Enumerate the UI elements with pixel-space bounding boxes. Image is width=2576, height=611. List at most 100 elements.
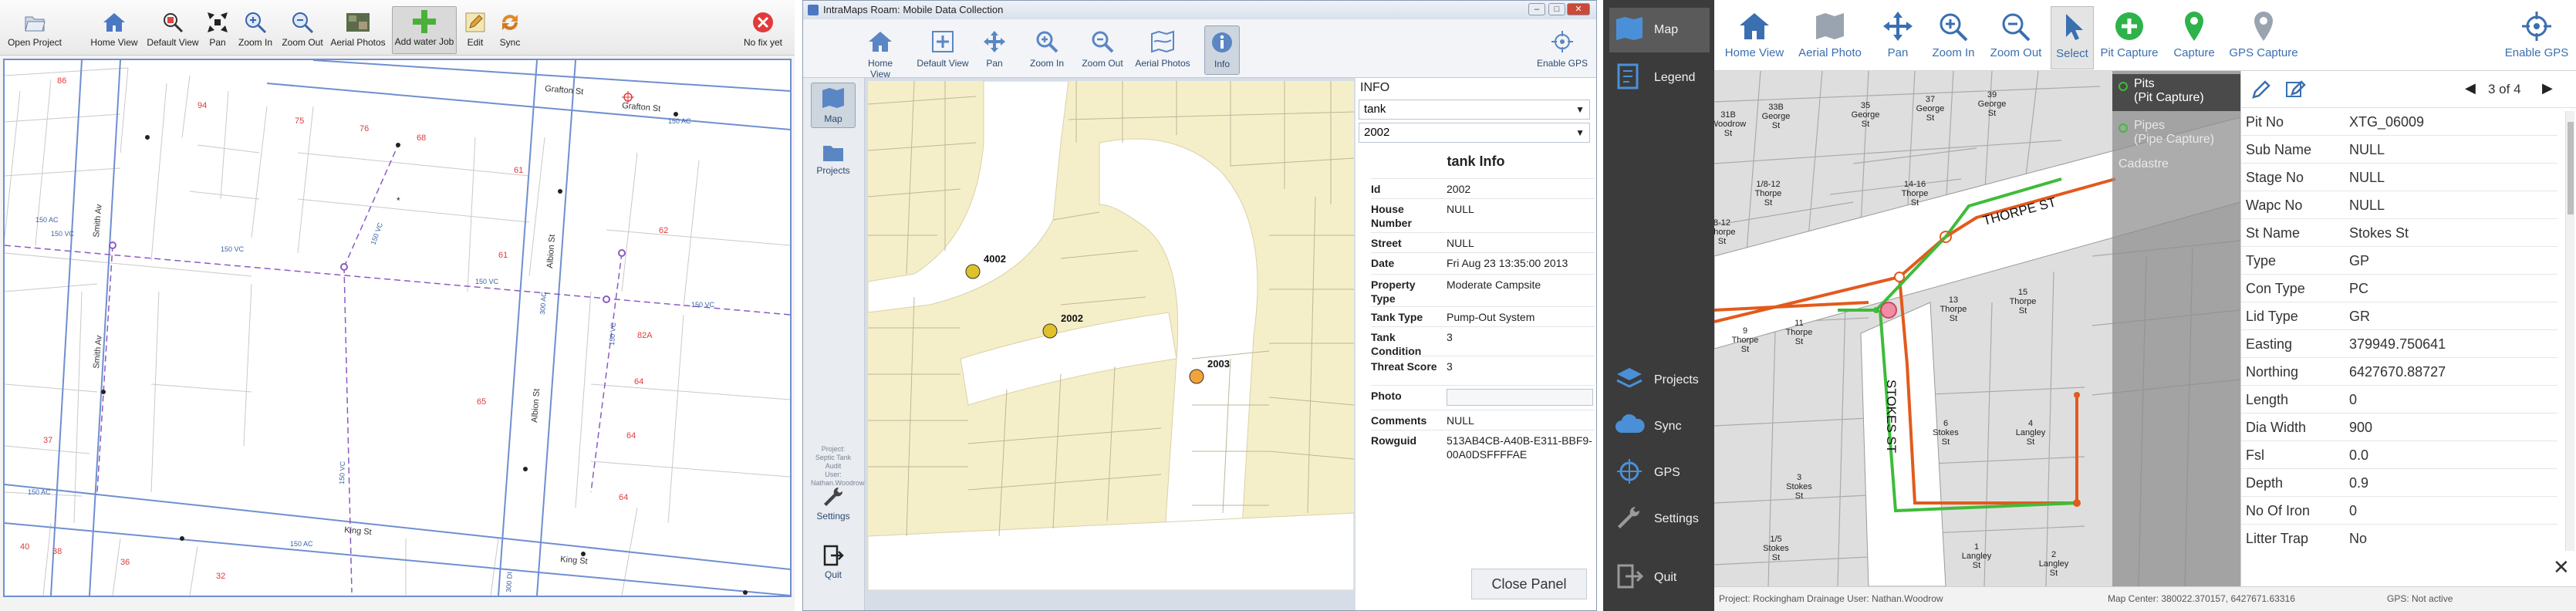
attribute-row[interactable]: Northing 6427670.88727	[2241, 358, 2557, 386]
attribute-value[interactable]: 0.9	[2349, 475, 2368, 491]
attribute-value[interactable]: NULL	[2349, 170, 2385, 186]
attribute-value[interactable]: Stokes St	[2349, 225, 2409, 241]
open-project-button[interactable]: Open Project	[2, 8, 68, 54]
home-view-button[interactable]: Home View	[1719, 6, 1790, 69]
attribute-row[interactable]: Depth 0.9	[2241, 469, 2557, 497]
home-view-button[interactable]: Home View	[86, 8, 142, 54]
pit-capture-button[interactable]: Pit Capture	[2097, 6, 2162, 69]
zoom-in-button[interactable]: Zoom In	[1024, 25, 1070, 75]
quit-nav-button[interactable]: Quit	[811, 544, 856, 580]
attribute-value[interactable]: 900	[2349, 420, 2372, 436]
attribute-value[interactable]: PC	[2349, 281, 2368, 297]
pipes-layer-item[interactable]: Pipes (Pipe Capture)	[2112, 116, 2240, 153]
sync-button[interactable]: Sync	[494, 8, 526, 54]
close-panel-button[interactable]: Close Panel	[1471, 569, 1587, 599]
attribute-row[interactable]: Stage No NULL	[2241, 164, 2557, 191]
pit-marker[interactable]	[1873, 307, 1879, 313]
map-nav-button[interactable]: Map	[811, 83, 856, 128]
attribute-row[interactable]: Easting 379949.750641	[2241, 330, 2557, 358]
aerial-photos-button[interactable]: Aerial Photos	[329, 8, 387, 54]
pits-layer-item[interactable]: Pits (Pit Capture)	[2112, 74, 2240, 111]
attribute-value[interactable]: XTG_06009	[2349, 114, 2424, 130]
attribute-row[interactable]: Type GP	[2241, 247, 2557, 275]
attribute-value[interactable]: NULL	[2349, 197, 2385, 214]
enable-gps-button[interactable]: Enable GPS	[2501, 6, 2572, 69]
close-window-button[interactable]: ✕	[1567, 3, 1590, 15]
attribute-value[interactable]: NULL	[2349, 142, 2385, 158]
minimize-button[interactable]: –	[1528, 3, 1545, 15]
next-record-icon[interactable]: ▶	[2542, 80, 2553, 96]
tank-marker[interactable]	[965, 264, 981, 279]
zoom-in-button[interactable]: Zoom In	[235, 8, 275, 54]
zoom-out-button[interactable]: Zoom Out	[279, 8, 326, 54]
attribute-value[interactable]: 6427670.88727	[2349, 364, 2446, 380]
attribute-value[interactable]: 379949.750641	[2349, 336, 2446, 353]
gps-target-icon	[1614, 457, 1645, 489]
enable-gps-button[interactable]: Enable GPS	[1534, 25, 1590, 75]
scrollbar-thumb[interactable]	[2568, 122, 2574, 214]
tank-marker[interactable]	[1189, 369, 1204, 384]
attribute-row[interactable]: Sub Name NULL	[2241, 136, 2557, 164]
attribute-row[interactable]: Lid Type GR	[2241, 302, 2557, 330]
pan-button[interactable]: Pan	[202, 8, 233, 54]
feature-select[interactable]: 2002 ▼	[1359, 123, 1590, 143]
info-button[interactable]: Info	[1204, 25, 1240, 75]
gps-capture-button[interactable]: GPS Capture	[2227, 6, 2301, 69]
add-water-job-button[interactable]: Add water Job	[392, 6, 457, 54]
legend-nav-button[interactable]: Legend	[1609, 56, 1710, 100]
roam-map-canvas[interactable]: 4002 2002 2003	[868, 81, 1354, 590]
aerial-photos-button[interactable]: Aerial Photos	[1133, 25, 1192, 75]
attribute-value[interactable]: 0	[2349, 503, 2357, 519]
zoom-out-button[interactable]: Zoom Out	[1078, 25, 1127, 75]
previous-record-icon[interactable]: ◀	[2465, 80, 2476, 96]
attribute-row[interactable]: Pit No XTG_06009	[2241, 108, 2557, 136]
attribute-value[interactable]: 0	[2349, 392, 2357, 408]
attribute-value[interactable]: GR	[2349, 309, 2370, 325]
pit-marker[interactable]	[2074, 392, 2080, 398]
home-view-button[interactable]: Home View	[857, 25, 903, 79]
gps-nav-button[interactable]: GPS	[1609, 451, 1710, 495]
settings-nav-button[interactable]: Settings	[1609, 497, 1710, 542]
attribute-row[interactable]: Fsl 0.0	[2241, 441, 2557, 469]
pit-marker[interactable]	[1894, 272, 1905, 282]
attribute-row[interactable]: Dia Width 900	[2241, 414, 2557, 441]
cadastre-layer-item[interactable]: Cadastre	[2112, 157, 2240, 176]
attribute-row[interactable]: St Name Stokes St	[2241, 219, 2557, 247]
capture-button[interactable]: Capture	[2166, 6, 2222, 69]
attribute-row[interactable]: Litter Trap No	[2241, 525, 2557, 548]
zoom-out-button[interactable]: Zoom Out	[1986, 6, 2046, 69]
attribute-value[interactable]: No	[2349, 531, 2367, 547]
tank-marker[interactable]	[1042, 323, 1058, 339]
pan-button[interactable]: Pan	[979, 25, 1010, 75]
edit-button[interactable]: Edit	[460, 8, 491, 54]
selected-pit-marker[interactable]	[1880, 302, 1897, 319]
attribute-row[interactable]: No Of Iron 0	[2241, 497, 2557, 525]
zoom-in-button[interactable]: Zoom In	[1926, 6, 1981, 69]
sync-nav-button[interactable]: Sync	[1609, 404, 1710, 449]
roam-touch-map[interactable]: THORPE ST STOKES ST 31BWoodrowSt33BGeorg…	[1714, 71, 2240, 586]
attribute-row[interactable]: Wapc No NULL	[2241, 191, 2557, 219]
quit-nav-button[interactable]: Quit	[1609, 555, 1710, 600]
select-button[interactable]: Select	[2051, 6, 2094, 69]
photo-field[interactable]	[1447, 389, 1593, 406]
default-view-button[interactable]: Default View	[145, 8, 201, 54]
attribute-row[interactable]: Con Type PC	[2241, 275, 2557, 302]
attribute-value[interactable]: GP	[2349, 253, 2369, 269]
settings-nav-button[interactable]: Settings	[811, 485, 856, 522]
projects-nav-button[interactable]: Projects	[811, 143, 856, 176]
legacy-map-canvas[interactable]: 86 94 75 76 68 61 62 61 82A 64 64 64 65 …	[3, 59, 792, 597]
edit-pencil-icon[interactable]	[2250, 79, 2272, 104]
layer-select[interactable]: tank ▼	[1359, 100, 1590, 120]
attribute-scrollbar[interactable]	[2565, 111, 2574, 551]
attribute-row[interactable]: Length 0	[2241, 386, 2557, 414]
maximize-button[interactable]: □	[1548, 3, 1565, 15]
close-attribute-panel-icon[interactable]: ✕	[2553, 555, 2570, 579]
pan-button[interactable]: Pan	[1876, 6, 1919, 69]
default-view-button[interactable]: Default View	[916, 25, 970, 75]
map-nav-button[interactable]: Map	[1609, 8, 1710, 52]
projects-nav-button[interactable]: Projects	[1609, 358, 1710, 403]
aerial-photo-button[interactable]: Aerial Photo	[1791, 6, 1869, 69]
attribute-value[interactable]: 0.0	[2349, 447, 2368, 464]
edit-geometry-icon[interactable]	[2284, 79, 2306, 104]
pit-marker[interactable]	[2073, 499, 2081, 507]
